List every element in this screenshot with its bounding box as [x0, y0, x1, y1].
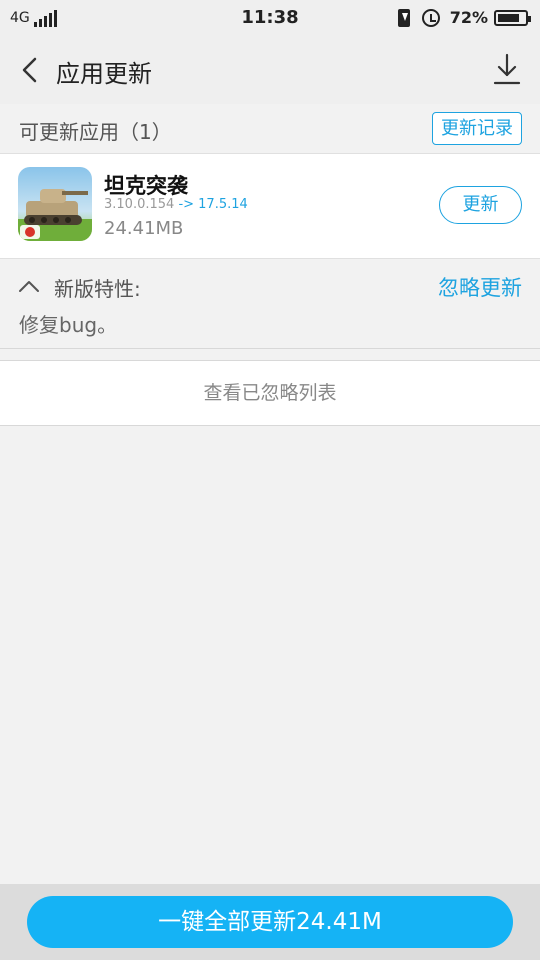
chevron-up-icon[interactable] [18, 279, 40, 293]
title-bar: 应用更新 [0, 36, 540, 104]
status-bar: 4G 11:38 72% [0, 0, 540, 36]
features-text: 修复bug。 [19, 313, 118, 337]
version-info: 3.10.0.154 -> 17.5.14 [104, 197, 248, 212]
app-size: 24.41MB [104, 218, 184, 239]
battery-saver-icon [397, 8, 410, 27]
update-history-button[interactable]: 更新记录 [432, 112, 522, 145]
back-icon[interactable] [18, 56, 44, 84]
ignore-update-button[interactable]: 忽略更新 [438, 272, 522, 302]
view-ignored-list-button[interactable]: 查看已忽略列表 [0, 360, 540, 426]
release-notes: 新版特性: 忽略更新 修复bug。 [0, 259, 540, 349]
page-title: 应用更新 [56, 60, 152, 88]
section-title: 可更新应用（1） [19, 120, 172, 144]
bottom-bar: 一键全部更新24.41M [0, 884, 540, 960]
battery-icon [494, 9, 531, 26]
alarm-icon [421, 8, 440, 27]
current-version: 3.10.0.154 [104, 197, 175, 212]
section-header: 可更新应用（1） 更新记录 [0, 104, 540, 154]
download-icon[interactable] [492, 52, 522, 86]
new-version: -> 17.5.14 [178, 197, 248, 212]
status-icons: 72% [397, 8, 531, 27]
app-icon-tank [18, 167, 92, 241]
app-list-item[interactable]: 坦克突袭 3.10.0.154 -> 17.5.14 24.41MB 更新 [0, 154, 540, 259]
update-all-button[interactable]: 一键全部更新24.41M [27, 896, 513, 948]
features-label: 新版特性: [54, 277, 141, 301]
battery-percent: 72% [449, 8, 488, 27]
update-button[interactable]: 更新 [439, 186, 522, 224]
app-name: 坦克突袭 [104, 174, 188, 198]
